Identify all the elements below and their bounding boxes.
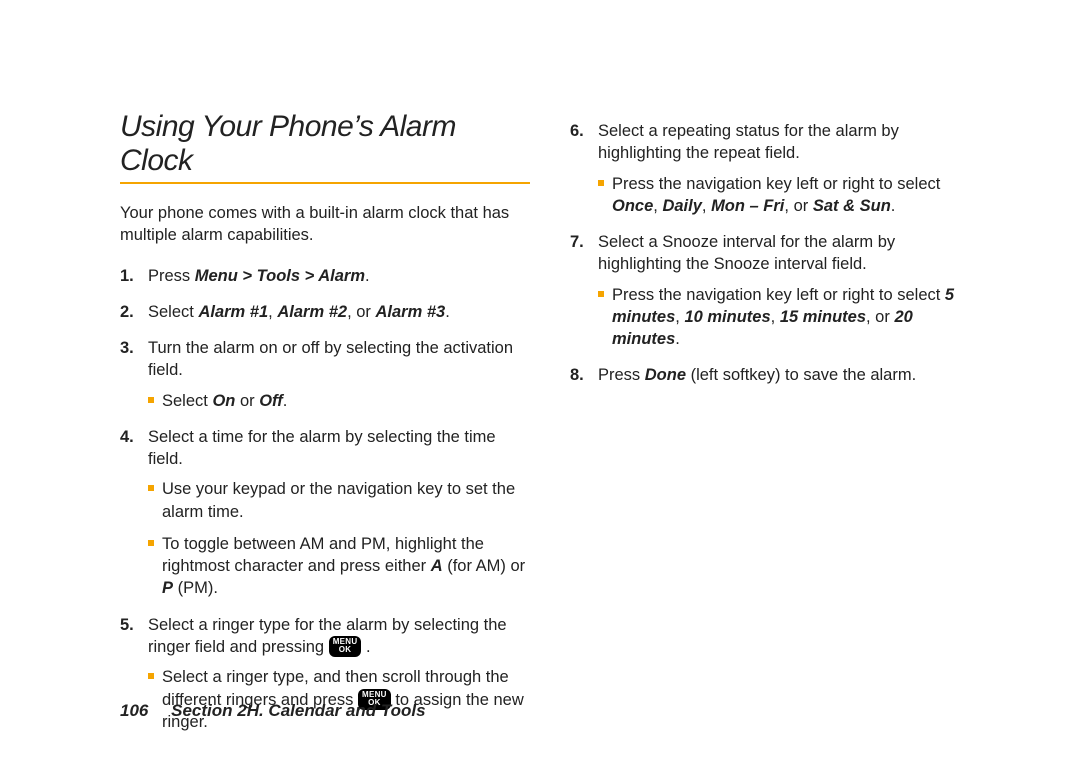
text-run: Done	[645, 366, 686, 384]
text-run: ,	[268, 303, 277, 321]
text-run: Select a ringer type for the alarm by se…	[148, 616, 507, 656]
step-item: 2. Select Alarm #1, Alarm #2, or Alarm #3…	[120, 301, 530, 323]
step-item: 3. Turn the alarm on or off by selecting …	[120, 337, 530, 412]
step-body: Turn the alarm on or off by selecting th…	[148, 339, 513, 379]
text-run: Once	[612, 197, 653, 215]
text-run: Select	[162, 392, 212, 410]
text-run: On	[212, 392, 235, 410]
text-run: (for AM) or	[443, 557, 526, 575]
text-run: Alarm #2	[277, 303, 347, 321]
section-label: Section 2H. Calendar and Tools	[171, 701, 425, 720]
step-number: 6.	[570, 120, 584, 142]
text-run: or	[235, 392, 259, 410]
sub-list: Use your keypad or the navigation key to…	[148, 478, 530, 599]
sub-list: Select a ringer type, and then scroll th…	[148, 666, 530, 733]
text-run: Select	[148, 303, 198, 321]
step-body: Select a Snooze interval for the alarm b…	[598, 233, 895, 273]
step-body: Select Alarm #1, Alarm #2, or Alarm #3.	[148, 303, 450, 321]
sub-item: To toggle between AM and PM, highlight t…	[148, 533, 530, 600]
step-number: 3.	[120, 337, 134, 359]
step-number: 2.	[120, 301, 134, 323]
step-number: 8.	[570, 364, 584, 386]
step-body: Press Done (left softkey) to save the al…	[598, 366, 916, 384]
text-run: (PM).	[173, 579, 218, 597]
step-number: 4.	[120, 426, 134, 448]
sub-item: Press the navigation key left or right t…	[598, 173, 980, 218]
page-footer: 106 Section 2H. Calendar and Tools	[120, 701, 426, 721]
text-run: Daily	[662, 197, 701, 215]
text-run: .	[675, 330, 680, 348]
manual-page: Using Your Phone’s Alarm Clock Your phon…	[0, 0, 1080, 771]
step-item: 6. Select a repeating status for the alar…	[570, 120, 980, 217]
step-number: 5.	[120, 614, 134, 636]
step-body: Press Menu > Tools > Alarm.	[148, 267, 370, 285]
title-underline	[120, 182, 530, 184]
text-run: Use your keypad or the navigation key to…	[162, 480, 515, 520]
step-item: 4. Select a time for the alarm by selecti…	[120, 426, 530, 600]
text-run: , or	[866, 308, 894, 326]
text-run: .	[891, 197, 896, 215]
step-body: Select a repeating status for the alarm …	[598, 122, 899, 162]
text-run: A	[431, 557, 443, 575]
text-run: 15 minutes	[780, 308, 866, 326]
text-run: Alarm #3	[376, 303, 446, 321]
page-number: 106	[120, 701, 148, 720]
text-run: Select a Snooze interval for the alarm b…	[598, 233, 895, 273]
intro-paragraph: Your phone comes with a built-in alarm c…	[120, 202, 530, 247]
step-body: Select a time for the alarm by selecting…	[148, 428, 496, 468]
menu-ok-button-icon: MENUOK	[329, 636, 362, 657]
step-item: 8. Press Done (left softkey) to save the …	[570, 364, 980, 386]
sub-item: Select On or Off.	[148, 390, 530, 412]
section-title: Using Your Phone’s Alarm Clock	[120, 110, 530, 178]
text-run: Turn the alarm on or off by selecting th…	[148, 339, 513, 379]
text-run: .	[445, 303, 450, 321]
sub-list: Select On or Off.	[148, 390, 530, 412]
right-column: 6. Select a repeating status for the alar…	[570, 110, 980, 747]
text-run: ,	[771, 308, 780, 326]
text-run: 10 minutes	[684, 308, 770, 326]
text-run: .	[283, 392, 288, 410]
text-run: Select a repeating status for the alarm …	[598, 122, 899, 162]
sub-item: Press the navigation key left or right t…	[598, 284, 980, 351]
text-run: Press the navigation key left or right t…	[612, 286, 945, 304]
text-run: , or	[347, 303, 375, 321]
step-item: 7. Select a Snooze interval for the alarm…	[570, 231, 980, 350]
text-run: (left softkey) to save the alarm.	[686, 366, 916, 384]
steps-list-left: 1. Press Menu > Tools > Alarm. 2. Select Al…	[120, 265, 530, 734]
steps-list-right: 6. Select a repeating status for the alar…	[570, 120, 980, 387]
text-run: Menu > Tools > Alarm	[195, 267, 365, 285]
text-run: ,	[702, 197, 711, 215]
text-run: , or	[784, 197, 812, 215]
step-item: 1. Press Menu > Tools > Alarm.	[120, 265, 530, 287]
text-run: .	[365, 267, 370, 285]
text-run: P	[162, 579, 173, 597]
text-run: Press	[598, 366, 645, 384]
text-run: .	[361, 638, 370, 656]
step-body: Select a ringer type for the alarm by se…	[148, 616, 507, 656]
text-run: Alarm #1	[198, 303, 268, 321]
sub-item: Select a ringer type, and then scroll th…	[148, 666, 530, 733]
text-run: Select a time for the alarm by selecting…	[148, 428, 496, 468]
content-columns: Using Your Phone’s Alarm Clock Your phon…	[120, 110, 980, 747]
sub-list: Press the navigation key left or right t…	[598, 173, 980, 218]
text-run: Sat & Sun	[813, 197, 891, 215]
text-run: Press the navigation key left or right t…	[612, 175, 940, 193]
sub-list: Press the navigation key left or right t…	[598, 284, 980, 351]
step-number: 7.	[570, 231, 584, 253]
text-run: Mon – Fri	[711, 197, 784, 215]
step-number: 1.	[120, 265, 134, 287]
left-column: Using Your Phone’s Alarm Clock Your phon…	[120, 110, 530, 747]
sub-item: Use your keypad or the navigation key to…	[148, 478, 530, 523]
text-run: Off	[259, 392, 283, 410]
text-run: Press	[148, 267, 195, 285]
